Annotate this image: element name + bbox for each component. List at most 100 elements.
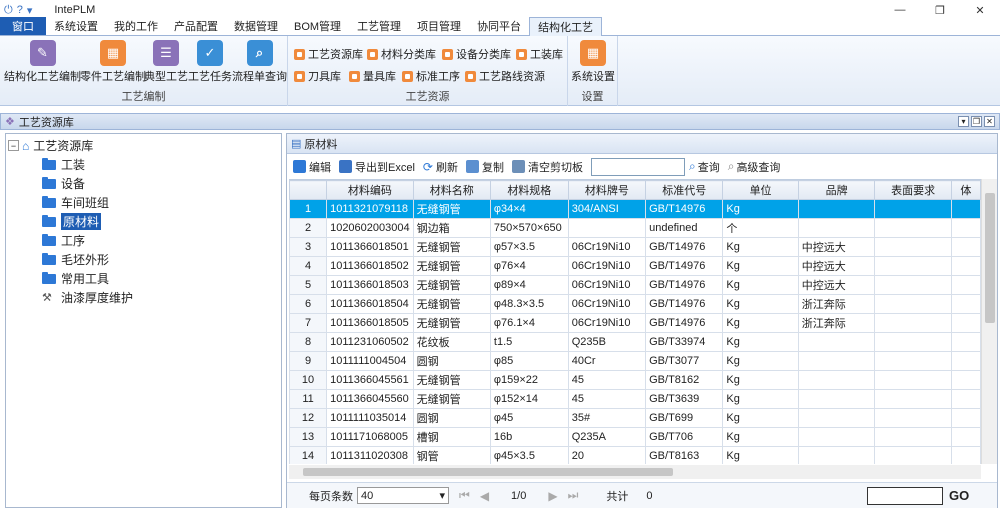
page-size-select[interactable]: 40 ▾ xyxy=(357,487,449,504)
table-row[interactable]: 5 1011366018503 无缝钢管 φ89×4 06Cr19Ni10 GB/T149… xyxy=(289,275,981,295)
table-cell[interactable] xyxy=(874,408,952,428)
table-cell[interactable] xyxy=(950,351,981,371)
row-number[interactable]: 10 xyxy=(289,370,328,390)
table-cell[interactable]: 45 xyxy=(567,370,647,390)
table-cell[interactable]: Kg xyxy=(722,332,799,352)
table-cell[interactable]: 浙江奔际 xyxy=(797,294,876,314)
row-number[interactable]: 8 xyxy=(289,332,328,352)
close-icon[interactable]: ✕ xyxy=(960,0,1000,20)
table-cell[interactable]: 304/ANSI xyxy=(567,199,647,219)
table-row[interactable]: 1 1011321079118 无缝钢管 φ34×4 304/ANSI GB/T14976… xyxy=(289,199,981,219)
menu-project-management[interactable]: 项目管理 xyxy=(409,17,469,35)
table-cell[interactable]: GB/T3639 xyxy=(645,389,724,409)
table-cell[interactable]: 花纹板 xyxy=(412,332,491,352)
column-header[interactable]: 材料规格 xyxy=(489,180,569,200)
next-page-icon[interactable]: ▶ xyxy=(548,489,557,503)
tree-root[interactable]: − ⌂ 工艺资源库 xyxy=(8,136,279,155)
refresh-button[interactable]: ⟳ 刷新 xyxy=(423,159,458,175)
table-cell[interactable]: 1011366045561 xyxy=(326,370,414,390)
table-cell[interactable]: GB/T33974 xyxy=(645,332,724,352)
table-cell[interactable]: 无缝钢管 xyxy=(412,275,491,295)
table-cell[interactable] xyxy=(950,332,981,352)
table-cell[interactable]: Q235A xyxy=(567,427,647,447)
table-cell[interactable]: 45 xyxy=(567,389,647,409)
table-row[interactable]: 14 1011311020308 钢管 φ45×3.5 20 GB/T8163 Kg xyxy=(289,446,981,464)
export-excel-button[interactable]: 导出到Excel xyxy=(339,159,415,175)
restore-icon[interactable]: ❐ xyxy=(920,0,960,20)
table-cell[interactable] xyxy=(950,389,981,409)
table-cell[interactable]: 1011231060502 xyxy=(326,332,414,352)
table-cell[interactable]: 06Cr19Ni10 xyxy=(567,275,647,295)
row-number[interactable]: 5 xyxy=(289,275,328,295)
table-cell[interactable]: 无缝钢管 xyxy=(412,370,491,390)
table-cell[interactable]: Kg xyxy=(722,313,799,333)
table-cell[interactable]: 06Cr19Ni10 xyxy=(567,313,647,333)
table-cell[interactable]: 钢管 xyxy=(412,446,491,464)
table-cell[interactable]: φ76×4 xyxy=(489,256,569,276)
table-cell[interactable]: Kg xyxy=(722,275,799,295)
table-row[interactable]: 9 1011111004504 圆钢 φ85 40Cr GB/T3077 Kg xyxy=(289,351,981,371)
menu-collab-platform[interactable]: 协同平台 xyxy=(469,17,529,35)
table-cell[interactable]: 06Cr19Ni10 xyxy=(567,256,647,276)
table-cell[interactable]: 浙江奔际 xyxy=(797,313,876,333)
tooling-lib-button[interactable]: 工装库 xyxy=(516,46,563,62)
tree-item-tooling[interactable]: 工装 xyxy=(8,155,279,174)
table-cell[interactable] xyxy=(950,446,981,464)
table-cell[interactable]: 无缝钢管 xyxy=(412,294,491,314)
table-cell[interactable]: 无缝钢管 xyxy=(412,256,491,276)
table-cell[interactable] xyxy=(874,389,952,409)
table-cell[interactable]: Kg xyxy=(722,199,799,219)
table-row[interactable]: 3 1011366018501 无缝钢管 φ57×3.5 06Cr19Ni10 GB/T1… xyxy=(289,237,981,257)
column-header[interactable] xyxy=(289,180,328,200)
menu-process-management[interactable]: 工艺管理 xyxy=(349,17,409,35)
row-number[interactable]: 12 xyxy=(289,408,328,428)
table-cell[interactable]: 1011321079118 xyxy=(326,199,414,219)
table-cell[interactable]: 1011366045560 xyxy=(326,389,414,409)
table-cell[interactable]: 个 xyxy=(722,218,799,238)
table-cell[interactable]: Q235B xyxy=(567,332,647,352)
tree-item-paint-thickness[interactable]: ⚒ 油漆厚度维护 xyxy=(8,288,279,307)
table-cell[interactable]: 钢边箱 xyxy=(412,218,491,238)
horizontal-scrollbar[interactable] xyxy=(289,465,981,479)
copy-button[interactable]: 复制 xyxy=(465,159,504,175)
table-cell[interactable]: GB/T14976 xyxy=(645,256,724,276)
table-row[interactable]: 6 1011366018504 无缝钢管 φ48.3×3.5 06Cr19Ni10 GB/… xyxy=(289,294,981,314)
table-cell[interactable]: GB/T3077 xyxy=(645,351,724,371)
process-resource-lib-button[interactable]: 工艺资源库 xyxy=(294,46,363,62)
table-cell[interactable]: GB/T14976 xyxy=(645,275,724,295)
row-number[interactable]: 11 xyxy=(289,389,328,409)
table-cell[interactable]: GB/T699 xyxy=(645,408,724,428)
first-page-icon[interactable]: ⏮ xyxy=(459,488,470,503)
table-cell[interactable]: Kg xyxy=(722,370,799,390)
edit-button[interactable]: 编辑 xyxy=(293,159,331,175)
table-cell[interactable]: 中控远大 xyxy=(797,237,876,257)
table-cell[interactable]: t1.5 xyxy=(489,332,569,352)
row-number[interactable]: 1 xyxy=(289,199,328,219)
column-header[interactable]: 单位 xyxy=(722,180,799,200)
table-cell[interactable]: 1011366018504 xyxy=(326,294,414,314)
table-cell[interactable]: φ152×14 xyxy=(489,389,569,409)
row-number[interactable]: 4 xyxy=(289,256,328,276)
table-cell[interactable] xyxy=(874,370,952,390)
table-cell[interactable]: GB/T8162 xyxy=(645,370,724,390)
table-cell[interactable] xyxy=(874,332,952,352)
flow-sheet-query-button[interactable]: ⌕ 流程单查询 xyxy=(232,40,287,84)
part-process-edit-button[interactable]: ▦ 零件工艺编制 xyxy=(80,40,146,84)
row-number[interactable]: 2 xyxy=(289,218,328,238)
table-cell[interactable]: undefined xyxy=(645,218,724,238)
row-number[interactable]: 9 xyxy=(289,351,328,371)
menu-product-config[interactable]: 产品配置 xyxy=(166,17,226,35)
table-cell[interactable]: 20 xyxy=(567,446,647,464)
table-cell[interactable]: GB/T706 xyxy=(645,427,724,447)
advanced-query-button[interactable]: ⌕ 高级查询 xyxy=(728,159,781,175)
table-cell[interactable] xyxy=(797,427,876,447)
column-header[interactable]: 体 xyxy=(950,180,981,200)
column-header[interactable]: 标准代号 xyxy=(645,180,724,200)
search-input[interactable] xyxy=(590,157,685,176)
dropdown-icon[interactable]: ▾ xyxy=(27,4,33,17)
table-cell[interactable]: Kg xyxy=(722,446,799,464)
table-cell[interactable]: φ159×22 xyxy=(489,370,569,390)
table-cell[interactable]: 1011111035014 xyxy=(326,408,414,428)
table-row[interactable]: 4 1011366018502 无缝钢管 φ76×4 06Cr19Ni10 GB/T149… xyxy=(289,256,981,276)
table-cell[interactable]: 中控远大 xyxy=(797,256,876,276)
